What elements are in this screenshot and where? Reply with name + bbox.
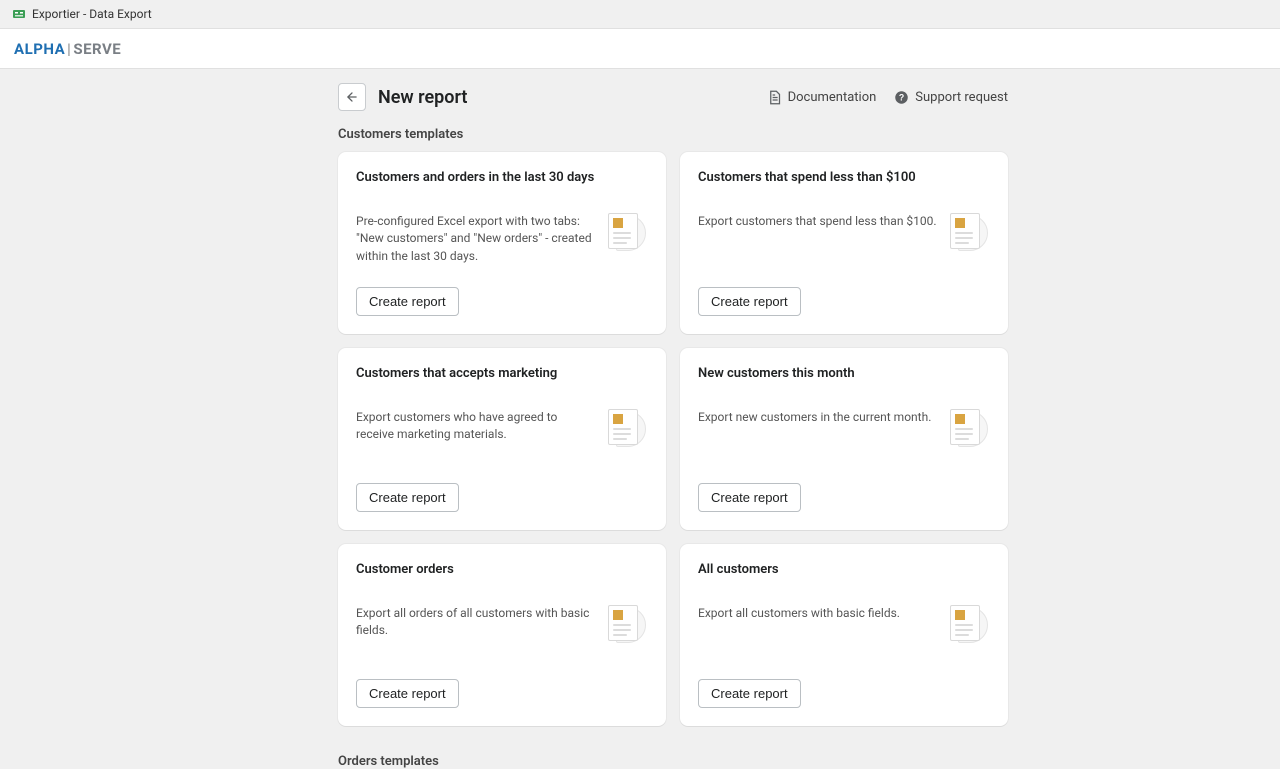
document-stack-icon [606, 409, 648, 449]
brand-part2: SERVE [73, 40, 121, 58]
document-icon [767, 90, 782, 105]
template-card: New customers this month Export new cust… [680, 348, 1008, 530]
support-label: Support request [915, 90, 1008, 105]
create-report-button[interactable]: Create report [698, 483, 801, 512]
svg-text:?: ? [899, 92, 904, 102]
document-stack-icon [948, 409, 990, 449]
template-description: Export customers who have agreed to rece… [356, 409, 596, 444]
template-title: Customers and orders in the last 30 days [356, 170, 648, 185]
documentation-label: Documentation [788, 90, 877, 105]
template-card: All customers Export all customers with … [680, 544, 1008, 726]
window-title: Exportier - Data Export [32, 7, 152, 21]
section-orders-title: Orders templates [338, 754, 1008, 769]
document-stack-icon [606, 213, 648, 253]
template-title: Customers that accepts marketing [356, 366, 648, 381]
template-title: All customers [698, 562, 990, 577]
app-icon [12, 7, 26, 21]
support-link[interactable]: ? Support request [894, 90, 1008, 105]
brand-separator: | [67, 40, 71, 58]
template-card: Customers that accepts marketing Export … [338, 348, 666, 530]
template-card: Customers and orders in the last 30 days… [338, 152, 666, 334]
template-description: Export new customers in the current mont… [698, 409, 938, 426]
template-description: Export all orders of all customers with … [356, 605, 596, 640]
brand-logo: ALPHA | SERVE [14, 40, 121, 58]
template-card: Customer orders Export all orders of all… [338, 544, 666, 726]
document-stack-icon [606, 605, 648, 645]
template-description: Export all customers with basic fields. [698, 605, 938, 622]
create-report-button[interactable]: Create report [698, 679, 801, 708]
create-report-button[interactable]: Create report [356, 287, 459, 316]
page-title: New report [378, 87, 467, 108]
template-title: Customer orders [356, 562, 648, 577]
brand-part1: ALPHA [14, 40, 65, 58]
topbar: ALPHA | SERVE [0, 29, 1280, 69]
document-stack-icon [948, 605, 990, 645]
section-customers-title: Customers templates [338, 127, 1008, 142]
create-report-button[interactable]: Create report [356, 679, 459, 708]
back-button[interactable] [338, 83, 366, 111]
create-report-button[interactable]: Create report [698, 287, 801, 316]
create-report-button[interactable]: Create report [356, 483, 459, 512]
template-title: Customers that spend less than $100 [698, 170, 990, 185]
window-titlebar: Exportier - Data Export [0, 0, 1280, 29]
help-icon: ? [894, 90, 909, 105]
template-card: Customers that spend less than $100 Expo… [680, 152, 1008, 334]
arrow-left-icon [345, 90, 359, 104]
documentation-link[interactable]: Documentation [767, 90, 877, 105]
template-title: New customers this month [698, 366, 990, 381]
document-stack-icon [948, 213, 990, 253]
page-header: New report Documentation ? Support reque… [338, 83, 1008, 111]
template-description: Pre-configured Excel export with two tab… [356, 213, 596, 265]
template-description: Export customers that spend less than $1… [698, 213, 938, 230]
